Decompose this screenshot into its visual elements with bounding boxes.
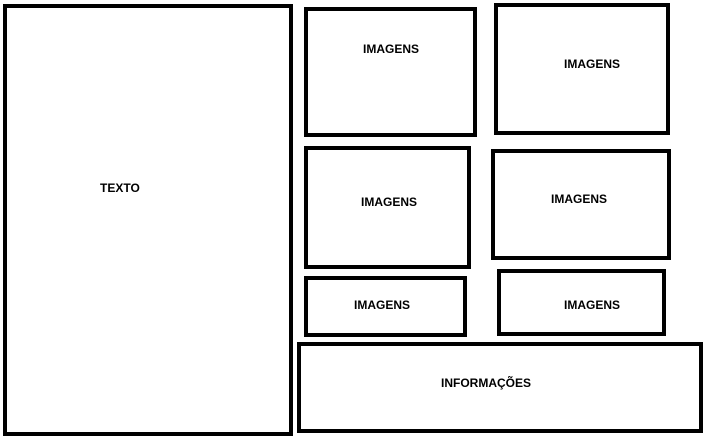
text-block-label: TEXTO xyxy=(100,181,140,195)
image-block-4-label: IMAGENS xyxy=(551,192,608,206)
info-block-label: INFORMAÇÕES xyxy=(441,376,531,390)
image-block-5-label: IMAGENS xyxy=(354,298,411,312)
image-block-3-label: IMAGENS xyxy=(361,195,418,209)
image-block-2-label: IMAGENS xyxy=(564,57,621,71)
text-block xyxy=(3,4,293,436)
image-block-1-label: IMAGENS xyxy=(363,42,420,56)
image-block-6-label: IMAGENS xyxy=(564,298,621,312)
image-block-1 xyxy=(304,7,477,137)
